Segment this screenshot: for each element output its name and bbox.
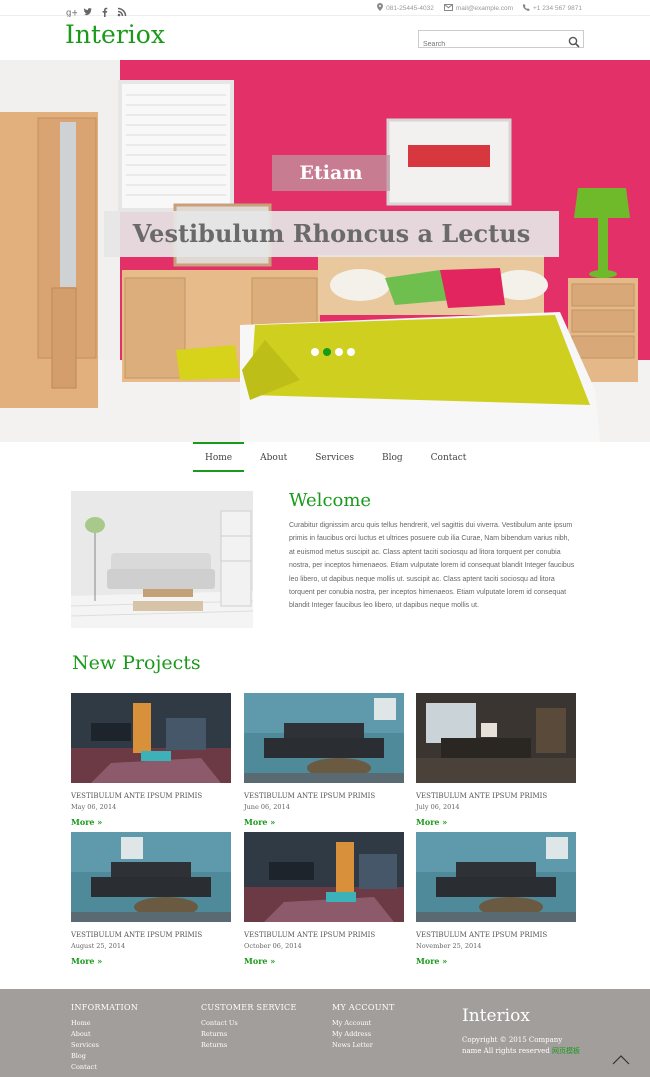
footer-heading: CUSTOMER SERVICE bbox=[201, 1003, 297, 1012]
alt-phone-item: +1 234 567 9871 bbox=[522, 3, 582, 13]
project-thumbnail[interactable] bbox=[244, 693, 404, 783]
welcome-title: Welcome bbox=[289, 490, 372, 511]
footer-my-account: MY ACCOUNT My Account My Address News Le… bbox=[332, 1003, 395, 1051]
footer-heading: MY ACCOUNT bbox=[332, 1003, 395, 1012]
project-thumbnail[interactable] bbox=[71, 832, 231, 922]
back-to-top-button[interactable] bbox=[612, 1050, 630, 1069]
project-card[interactable]: VESTIBULUM ANTE IPSUM PRIMIS October 06,… bbox=[244, 832, 404, 966]
project-thumbnail[interactable] bbox=[71, 693, 231, 783]
footer-link-my-address[interactable]: My Address bbox=[332, 1029, 395, 1040]
envelope-icon bbox=[443, 3, 453, 13]
phone-number: 081-25445-4032 bbox=[386, 4, 434, 12]
svg-text:g+: g+ bbox=[66, 9, 77, 18]
project-caption: VESTIBULUM ANTE IPSUM PRIMIS bbox=[416, 931, 548, 939]
footer-link-about[interactable]: About bbox=[71, 1029, 138, 1040]
nav-blog[interactable]: Blog bbox=[370, 442, 415, 472]
footer-link-contact[interactable]: Contact bbox=[71, 1062, 138, 1073]
copyright-text: Copyright © 2015 Company name All rights… bbox=[462, 1036, 563, 1055]
footer-information: INFORMATION Home About Services Blog Con… bbox=[71, 1003, 138, 1073]
more-link[interactable]: More » bbox=[71, 956, 231, 966]
phone-icon bbox=[522, 3, 530, 13]
footer-link-my-account[interactable]: My Account bbox=[332, 1018, 395, 1029]
more-link[interactable]: More » bbox=[71, 817, 231, 827]
nav-home[interactable]: Home bbox=[193, 442, 245, 472]
email-item[interactable]: mail@example.com bbox=[443, 3, 513, 13]
projects-title: New Projects bbox=[72, 652, 201, 674]
project-caption: VESTIBULUM ANTE IPSUM PRIMIS bbox=[416, 792, 548, 800]
project-thumbnail[interactable] bbox=[416, 693, 576, 783]
footer-link-blog[interactable]: Blog bbox=[71, 1051, 138, 1062]
slider-pagination bbox=[311, 348, 355, 356]
project-card[interactable]: VESTIBULUM ANTE IPSUM PRIMIS July 06, 20… bbox=[416, 693, 576, 827]
hero-headline: Vestibulum Rhoncus a Lectus bbox=[104, 211, 559, 257]
twitter-icon[interactable] bbox=[83, 2, 93, 16]
footer-link-newsletter[interactable]: News Letter bbox=[332, 1040, 395, 1051]
project-caption: VESTIBULUM ANTE IPSUM PRIMIS bbox=[71, 931, 203, 939]
project-card[interactable]: VESTIBULUM ANTE IPSUM PRIMIS August 25, … bbox=[71, 832, 231, 966]
project-caption: VESTIBULUM ANTE IPSUM PRIMIS bbox=[244, 931, 376, 939]
slider-dot-2[interactable] bbox=[323, 348, 331, 356]
copyright-link[interactable]: 网页模板 bbox=[552, 1047, 580, 1055]
footer-link-returns-2[interactable]: Returns bbox=[201, 1040, 297, 1051]
site-logo[interactable]: Interiox bbox=[65, 20, 165, 49]
email-address[interactable]: mail@example.com bbox=[456, 5, 513, 12]
project-date: November 25, 2014 bbox=[416, 942, 482, 950]
rss-icon[interactable] bbox=[117, 2, 127, 17]
project-card[interactable]: VESTIBULUM ANTE IPSUM PRIMIS May 06, 201… bbox=[71, 693, 231, 827]
project-card[interactable]: VESTIBULUM ANTE IPSUM PRIMIS November 25… bbox=[416, 832, 576, 966]
footer-logo[interactable]: Interiox bbox=[462, 1006, 530, 1026]
project-caption: VESTIBULUM ANTE IPSUM PRIMIS bbox=[244, 792, 376, 800]
facebook-icon[interactable] bbox=[100, 2, 110, 17]
welcome-text: Curabitur dignissim arcu quis tellus hen… bbox=[289, 522, 575, 610]
project-thumbnail[interactable] bbox=[416, 832, 576, 922]
welcome-image bbox=[71, 491, 253, 628]
google-plus-icon[interactable]: g+ bbox=[66, 2, 79, 19]
contact-info: 081-25445-4032 mail@example.com +1 234 5… bbox=[377, 3, 582, 13]
project-caption: VESTIBULUM ANTE IPSUM PRIMIS bbox=[71, 792, 203, 800]
main-nav: Home About Services Blog Contact bbox=[193, 442, 482, 474]
hero-badge: Etiam bbox=[272, 155, 390, 191]
more-link[interactable]: More » bbox=[416, 956, 576, 966]
search-icon[interactable] bbox=[568, 33, 580, 52]
footer-link-returns[interactable]: Returns bbox=[201, 1029, 297, 1040]
footer-copyright: Copyright © 2015 Company name All rights… bbox=[462, 1035, 582, 1057]
slider-dot-4[interactable] bbox=[347, 348, 355, 356]
project-date: August 25, 2014 bbox=[71, 942, 126, 950]
more-link[interactable]: More » bbox=[244, 817, 404, 827]
footer-heading: INFORMATION bbox=[71, 1003, 139, 1012]
footer-link-home[interactable]: Home bbox=[71, 1018, 138, 1029]
project-date: July 06, 2014 bbox=[416, 803, 460, 811]
project-card[interactable]: VESTIBULUM ANTE IPSUM PRIMIS June 06, 20… bbox=[244, 693, 404, 827]
project-date: October 06, 2014 bbox=[244, 942, 302, 950]
map-pin-icon bbox=[377, 3, 384, 13]
footer-link-services[interactable]: Services bbox=[71, 1040, 138, 1051]
nav-about[interactable]: About bbox=[248, 442, 299, 472]
footer-customer-service: CUSTOMER SERVICE Contact Us Returns Retu… bbox=[201, 1003, 297, 1051]
footer-link-contact-us[interactable]: Contact Us bbox=[201, 1018, 297, 1029]
social-links: g+ bbox=[66, 2, 127, 19]
more-link[interactable]: More » bbox=[416, 817, 576, 827]
alt-phone-number: +1 234 567 9871 bbox=[533, 4, 582, 12]
slider-dot-3[interactable] bbox=[335, 348, 343, 356]
nav-contact[interactable]: Contact bbox=[419, 442, 479, 472]
phone-item: 081-25445-4032 bbox=[377, 3, 434, 13]
search-box bbox=[418, 30, 584, 53]
search-input[interactable] bbox=[419, 36, 559, 53]
project-date: June 06, 2014 bbox=[244, 803, 290, 811]
more-link[interactable]: More » bbox=[244, 956, 404, 966]
nav-services[interactable]: Services bbox=[303, 442, 366, 472]
project-thumbnail[interactable] bbox=[244, 832, 404, 922]
slider-dot-1[interactable] bbox=[311, 348, 319, 356]
chevron-up-icon bbox=[612, 1055, 630, 1065]
project-date: May 06, 2014 bbox=[71, 803, 117, 811]
